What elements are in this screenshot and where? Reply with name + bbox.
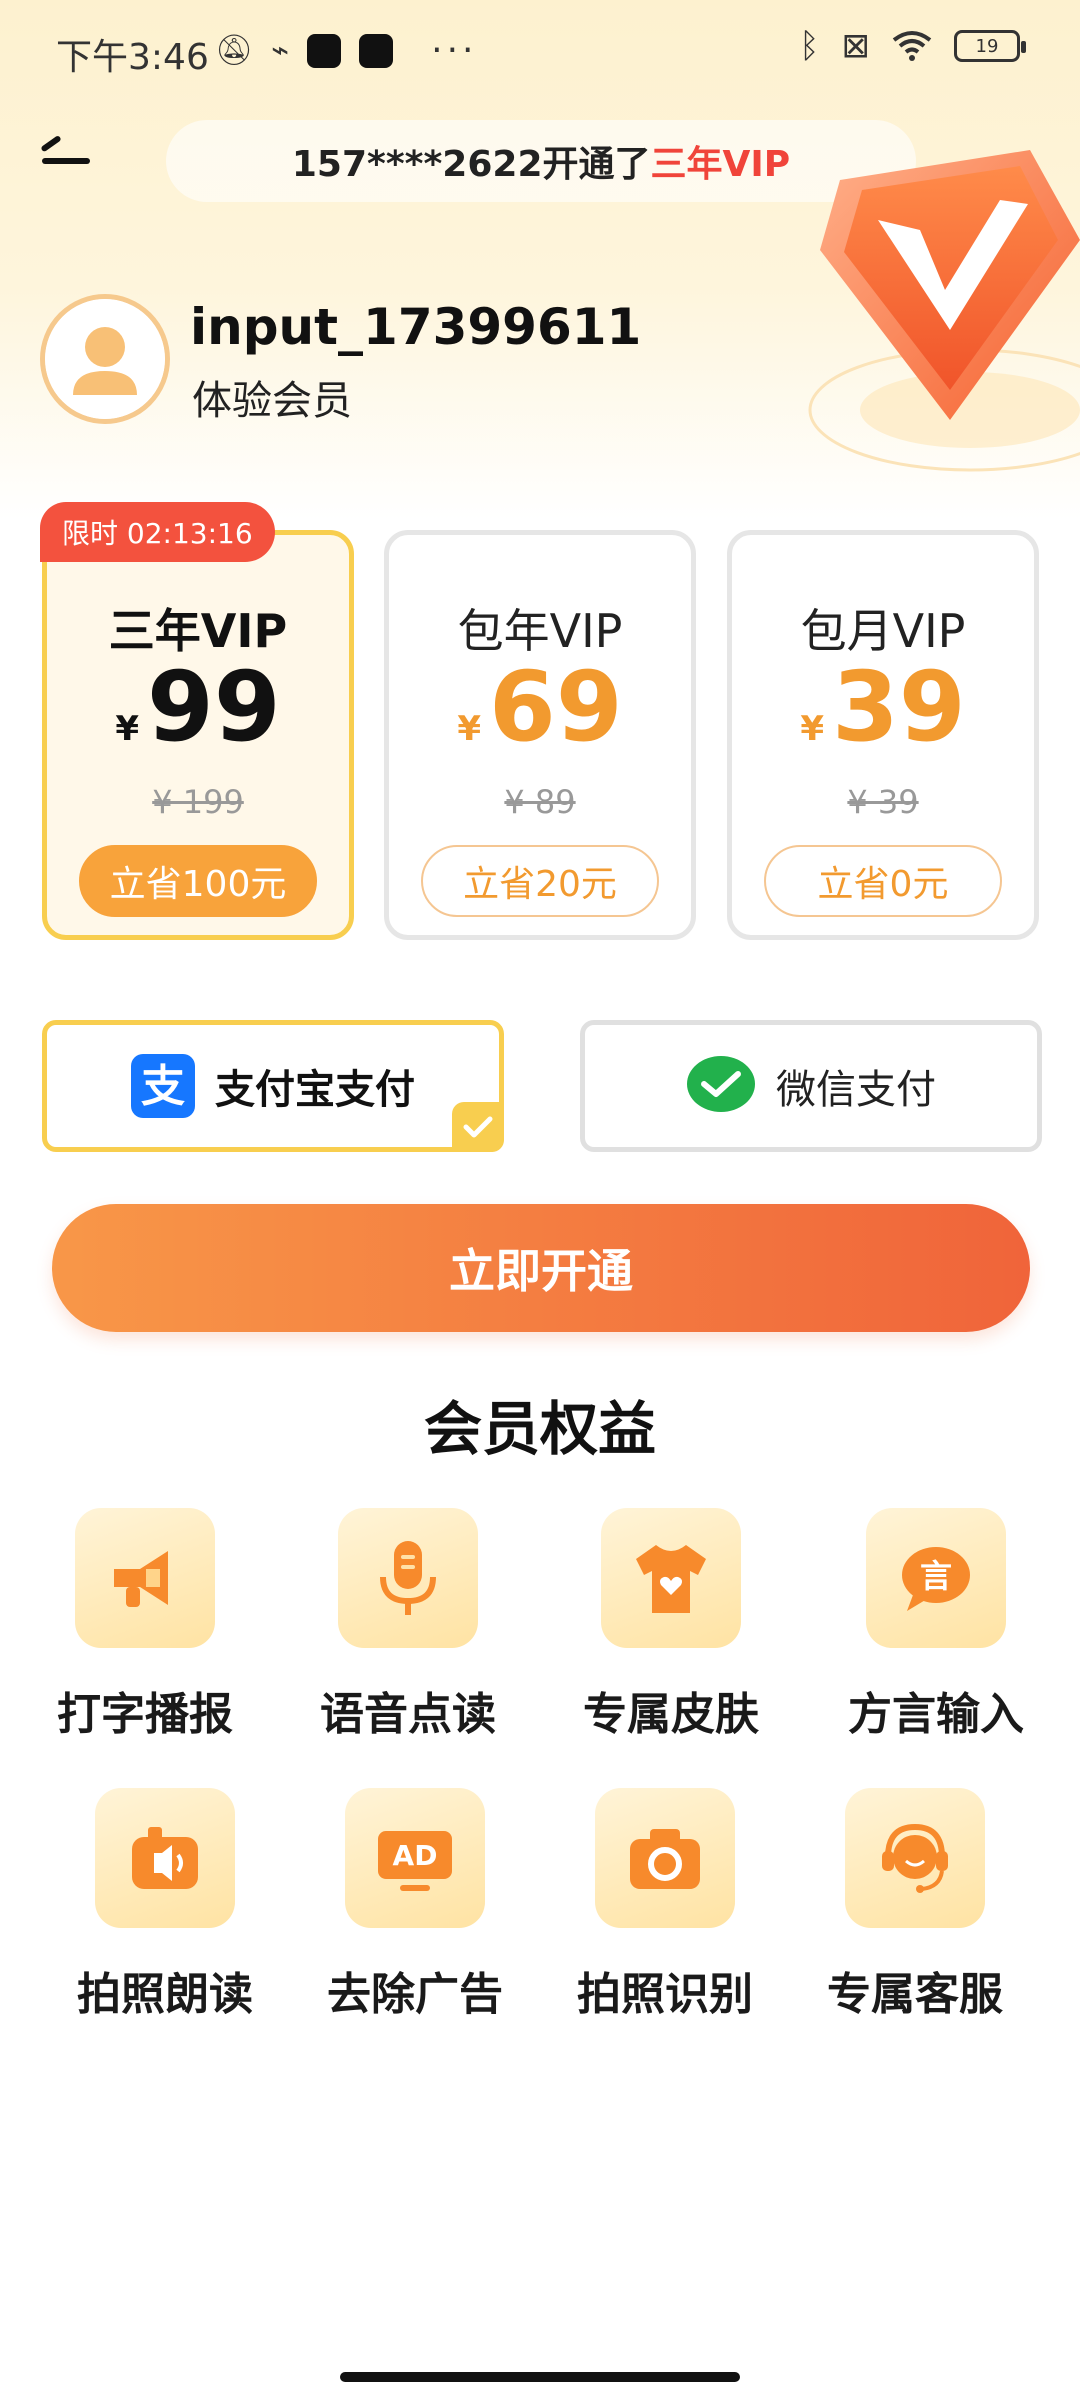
- original-price: ¥ 89: [504, 783, 576, 821]
- more-icon: ···: [431, 30, 478, 71]
- status-icons-left: 🔕︎ ⌁ ···: [215, 30, 478, 71]
- back-button[interactable]: [36, 130, 106, 190]
- benefit-item-photo-recognition[interactable]: 拍照识别: [555, 1788, 775, 2022]
- benefit-item-exclusive-skin[interactable]: 专属皮肤: [561, 1508, 781, 1742]
- benefit-label: 去除广告: [327, 1969, 503, 2020]
- status-bar: 下午3:46 🔕︎ ⌁ ··· ᛒ ⊠ 19: [0, 0, 1080, 110]
- benefit-label: 专属客服: [827, 1969, 1003, 2020]
- check-icon: [452, 1102, 504, 1152]
- alipay-option[interactable]: 支 支付宝支付: [42, 1020, 504, 1152]
- benefit-item-dialect-input[interactable]: 言 方言输入: [826, 1508, 1046, 1742]
- bluetooth-icon: ᛒ: [799, 26, 820, 66]
- microphone-icon: [380, 1541, 436, 1615]
- currency-symbol: ¥: [115, 709, 140, 749]
- mute-icon: 🔕︎: [215, 33, 254, 68]
- price-value: 39: [832, 651, 966, 763]
- savings-badge: 立省0元: [764, 845, 1002, 917]
- svg-text:支: 支: [141, 1061, 185, 1112]
- activate-now-button[interactable]: 立即开通: [52, 1204, 1030, 1332]
- plan-card-yearly[interactable]: 包年VIP ¥ 69 ¥ 89 立省20元: [384, 530, 696, 940]
- vip-badge-icon: [808, 150, 1080, 472]
- benefit-item-remove-ads[interactable]: AD 去除广告: [305, 1788, 525, 2022]
- alipay-label: 支付宝支付: [215, 1067, 415, 1113]
- wechat-pay-label: 微信支付: [776, 1067, 936, 1113]
- wechat-pay-icon: [687, 1056, 755, 1112]
- currency-symbol: ¥: [457, 709, 482, 749]
- home-indicator[interactable]: [340, 2372, 740, 2382]
- app-icon: [359, 33, 394, 68]
- plan-card-three-year[interactable]: 三年VIP ¥ 99 ¥ 199 立省100元: [42, 530, 354, 940]
- wifi-icon: [892, 31, 932, 61]
- ad-block-icon: AD: [378, 1831, 452, 1891]
- price-value: 99: [147, 651, 281, 763]
- tshirt-icon: [636, 1545, 706, 1613]
- savings-badge: 立省20元: [421, 845, 659, 917]
- plan-card-monthly[interactable]: 包月VIP ¥ 39 ¥ 39 立省0元: [727, 530, 1039, 940]
- wechat-pay-option[interactable]: 微信支付: [580, 1020, 1042, 1152]
- original-price: ¥ 199: [152, 783, 244, 821]
- benefit-label: 打字播报: [57, 1689, 233, 1740]
- benefits-title: 会员权益: [423, 1395, 656, 1463]
- plan-price: ¥ 69: [389, 651, 691, 763]
- avatar[interactable]: [40, 294, 170, 424]
- benefit-item-customer-service[interactable]: 专属客服: [805, 1788, 1025, 2022]
- sim-icon: ⊠: [841, 26, 871, 66]
- megaphone-icon: [114, 1551, 168, 1607]
- plan-price: ¥ 99: [47, 651, 349, 763]
- user-icon: [45, 299, 165, 419]
- battery-level: 19: [975, 35, 999, 57]
- membership-level: 体验会员: [192, 378, 352, 424]
- benefit-item-voice-read[interactable]: 语音点读: [298, 1508, 518, 1742]
- username: input_17399611: [190, 298, 642, 356]
- benefit-label: 拍照朗读: [77, 1969, 253, 2020]
- benefit-label: 语音点读: [320, 1689, 496, 1740]
- battery-icon: 19: [954, 30, 1026, 62]
- usb-icon: ⌁: [271, 33, 290, 68]
- benefit-item-photo-read[interactable]: 拍照朗读: [55, 1788, 275, 2022]
- plan-price: ¥ 39: [732, 651, 1034, 763]
- limited-time-badge: 限时 02:13:16: [40, 502, 275, 562]
- svg-text:AD: AD: [393, 1839, 438, 1872]
- customer-service-icon: [882, 1823, 948, 1893]
- ticker-highlight: 三年VIP: [650, 144, 791, 185]
- benefit-label: 方言输入: [848, 1689, 1024, 1740]
- camera-speaker-icon: [132, 1827, 198, 1889]
- benefit-item-typing-broadcast[interactable]: 打字播报: [35, 1508, 255, 1742]
- camera-icon: [630, 1829, 700, 1889]
- back-arrow-icon: [40, 134, 62, 153]
- original-price: ¥ 39: [847, 783, 919, 821]
- currency-symbol: ¥: [800, 709, 825, 749]
- alipay-icon: 支: [131, 1054, 195, 1118]
- svg-text:言: 言: [920, 1557, 952, 1595]
- speech-bubble-icon: 言: [902, 1547, 970, 1611]
- savings-badge: 立省100元: [79, 845, 317, 917]
- app-icon: [307, 33, 342, 68]
- price-value: 69: [489, 651, 623, 763]
- benefit-label: 专属皮肤: [583, 1689, 759, 1740]
- status-time: 下午3:46: [56, 37, 209, 78]
- benefit-label: 拍照识别: [577, 1969, 753, 2020]
- status-icons-right: ᛒ ⊠ 19: [799, 26, 1026, 66]
- ticker-text: 157****2622开通了: [291, 144, 651, 185]
